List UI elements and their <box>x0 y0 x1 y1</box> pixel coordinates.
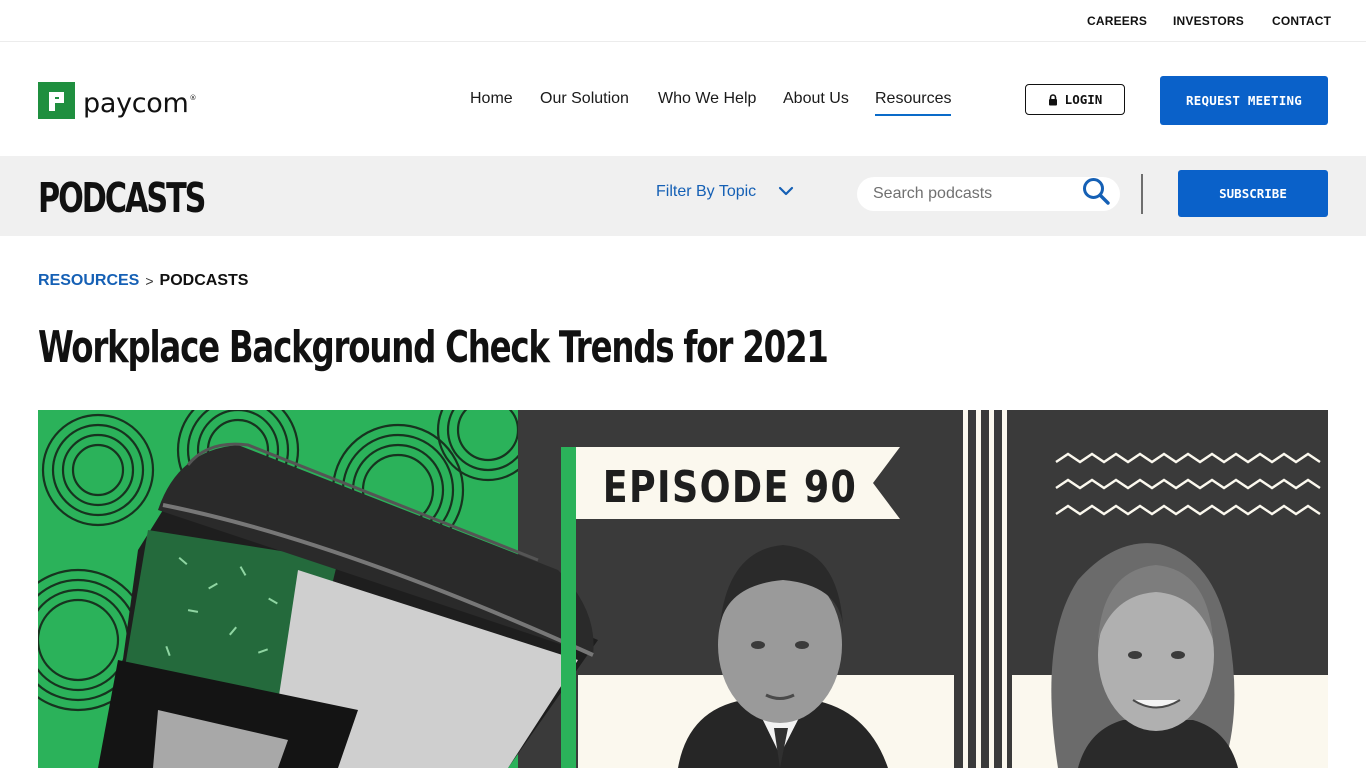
section-title: PODCASTS <box>38 174 206 222</box>
nav-home[interactable]: Home <box>470 90 513 108</box>
login-label: LOGIN <box>1064 92 1103 107</box>
paycom-wordmark: paycom® <box>83 88 197 119</box>
chevron-down-icon[interactable] <box>777 184 795 198</box>
paycom-logo[interactable]: paycom® <box>38 82 197 119</box>
nav-resources[interactable]: Resources <box>875 90 952 116</box>
divider <box>1141 174 1143 214</box>
main-header: paycom® Home Our Solution Who We Help Ab… <box>0 42 1366 156</box>
search-input[interactable] <box>873 185 1073 203</box>
careers-link[interactable]: CAREERS <box>1087 14 1147 28</box>
search-icon[interactable] <box>1081 176 1111 206</box>
breadcrumb-separator: > <box>145 273 154 289</box>
lock-icon <box>1048 93 1057 105</box>
utility-bar: CAREERS INVESTORS CONTACT <box>0 0 1366 42</box>
nav-who-we-help[interactable]: Who We Help <box>658 90 756 108</box>
filter-by-topic-dropdown[interactable]: Filter By Topic <box>656 183 756 201</box>
subscribe-button[interactable]: SUBSCRIBE <box>1178 170 1328 217</box>
episode-label: EPISODE 90 <box>603 461 858 512</box>
investors-link[interactable]: INVESTORS <box>1173 14 1244 28</box>
breadcrumb: RESOURCES > PODCASTS <box>38 272 248 290</box>
login-button[interactable]: LOGIN <box>1025 84 1125 115</box>
contact-link[interactable]: CONTACT <box>1272 14 1331 28</box>
request-meeting-button[interactable]: REQUEST MEETING <box>1160 76 1328 125</box>
paycom-logo-icon <box>38 82 75 119</box>
nav-our-solution[interactable]: Our Solution <box>540 90 629 108</box>
nav-about-us[interactable]: About Us <box>783 90 849 108</box>
breadcrumb-current: PODCASTS <box>159 272 249 289</box>
breadcrumb-resources[interactable]: RESOURCES <box>38 272 139 290</box>
hero-image: EPISODE 90 <box>38 410 1328 768</box>
filter-label: Filter By Topic <box>656 183 757 200</box>
page-title: Workplace Background Check Trends for 20… <box>38 322 829 373</box>
episode-artwork: EPISODE 90 <box>38 410 1328 768</box>
podcast-bar: PODCASTS Filter By Topic <box>0 156 1366 236</box>
